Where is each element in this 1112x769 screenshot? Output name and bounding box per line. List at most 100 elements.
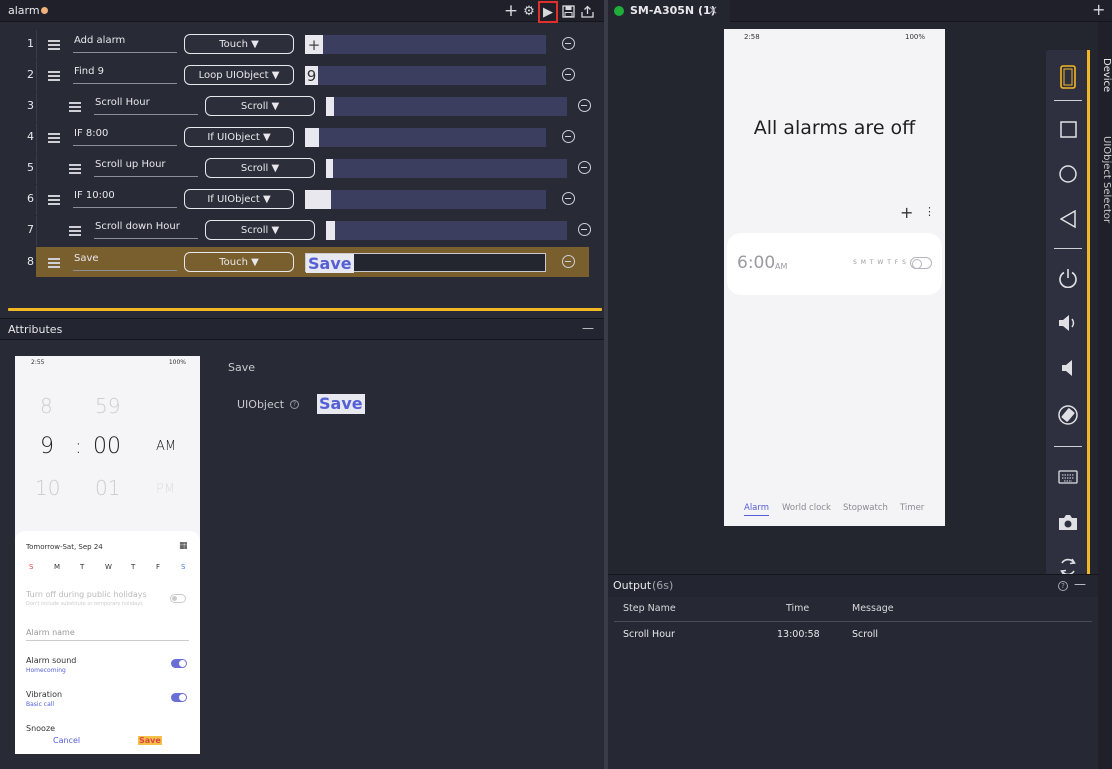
uiobject-target[interactable]: Save — [305, 253, 546, 273]
column-header-time[interactable]: Time — [786, 603, 809, 614]
nav-stopwatch[interactable]: Stopwatch — [843, 503, 888, 513]
alarm-toggle[interactable] — [910, 257, 932, 269]
portrait-icon[interactable] — [1046, 60, 1090, 94]
action-dropdown[interactable]: Scroll ▼ — [205, 220, 315, 240]
volume-up-icon[interactable] — [1046, 306, 1090, 340]
uiobject-label: UIObject — [237, 398, 285, 411]
column-header-step[interactable]: Step Name — [623, 603, 676, 614]
drag-handle-icon[interactable] — [48, 71, 60, 81]
remove-step-icon[interactable] — [562, 37, 575, 50]
step-row-selected[interactable]: 8 Save Touch ▼ Save — [0, 247, 600, 278]
step-row[interactable]: 4 IF 8:00 If UIObject ▼ — [0, 123, 600, 153]
help-icon[interactable]: ? — [1058, 581, 1068, 591]
drag-handle-icon[interactable] — [48, 40, 60, 50]
uiobject-target[interactable]: + — [305, 35, 546, 54]
remove-step-icon[interactable] — [562, 192, 575, 205]
nav-timer[interactable]: Timer — [900, 503, 924, 513]
editor-tab-title[interactable]: alarm — [8, 4, 40, 17]
save-icon[interactable] — [560, 3, 576, 19]
add-alarm-icon[interactable]: + — [900, 203, 913, 222]
step-name-field[interactable]: Scroll up Hour — [94, 159, 198, 177]
step-name-field[interactable]: IF 10:00 — [73, 190, 177, 208]
close-icon[interactable]: × — [708, 3, 718, 17]
square-icon[interactable] — [1046, 112, 1090, 146]
drag-handle-icon[interactable] — [48, 195, 60, 205]
more-vert-icon[interactable]: ⋮ — [924, 205, 935, 218]
camera-icon[interactable] — [1046, 505, 1090, 539]
target-thumbnail — [326, 221, 335, 240]
screenshot-status-bar: 2:55 100% — [15, 356, 200, 370]
step-number: 3 — [27, 99, 34, 112]
action-dropdown[interactable]: Loop UIObject ▼ — [184, 65, 294, 85]
gear-icon[interactable]: ⚙ — [521, 3, 537, 19]
uiobject-target[interactable] — [305, 128, 546, 147]
action-dropdown[interactable]: Touch ▼ — [184, 34, 294, 54]
alarm-time: 6:00 — [737, 253, 776, 273]
uiobject-target[interactable] — [326, 97, 567, 116]
step-name-field[interactable]: IF 8:00 — [73, 128, 177, 146]
step-row[interactable]: 2 Find 9 Loop UIObject ▼ 9 — [0, 61, 600, 91]
action-dropdown[interactable]: Touch ▼ — [184, 252, 294, 272]
action-dropdown[interactable]: Scroll ▼ — [205, 96, 315, 116]
column-header-message[interactable]: Message — [852, 603, 894, 614]
remove-step-icon[interactable] — [562, 255, 575, 268]
side-tab-device[interactable]: Device — [1098, 58, 1112, 92]
device-screen[interactable]: 2:58 100% All alarms are off + ⋮ 6:00 AM… — [724, 29, 945, 526]
step-number: 1 — [27, 37, 34, 50]
day-label: S — [181, 563, 186, 571]
uiobject-target[interactable] — [326, 221, 567, 240]
keyboard-icon[interactable] — [1046, 460, 1090, 494]
minimize-icon[interactable]: — — [1074, 577, 1086, 591]
drag-handle-icon[interactable] — [69, 102, 81, 112]
screenshot-save: Save — [138, 736, 162, 745]
remove-step-icon[interactable] — [578, 99, 591, 112]
uiobject-target[interactable] — [305, 190, 546, 209]
side-tab-uiobject-selector[interactable]: UIObject Selector — [1098, 136, 1112, 223]
volume-down-icon[interactable] — [1046, 351, 1090, 385]
uiobject-target[interactable] — [326, 159, 567, 178]
remove-step-icon[interactable] — [578, 223, 591, 236]
minimize-icon[interactable]: — — [582, 321, 594, 335]
device-controls — [1046, 50, 1090, 590]
snooze-label: Snooze — [26, 724, 56, 733]
step-row[interactable]: 1 Add alarm Touch ▼ + — [0, 30, 600, 60]
rotate-icon[interactable] — [1046, 398, 1090, 432]
nav-world-clock[interactable]: World clock — [782, 503, 831, 513]
plus-icon[interactable]: + — [503, 2, 519, 19]
back-triangle-icon[interactable] — [1046, 202, 1090, 236]
step-name-field[interactable]: Add alarm — [73, 35, 177, 53]
attribute-step-name: Save — [228, 361, 256, 374]
drag-handle-icon[interactable] — [69, 164, 81, 174]
home-circle-icon[interactable] — [1046, 157, 1090, 191]
remove-step-icon[interactable] — [562, 130, 575, 143]
step-row[interactable]: 5 Scroll up Hour Scroll ▼ — [0, 154, 600, 184]
uiobject-target[interactable]: 9 — [305, 66, 546, 85]
play-icon[interactable]: ▶ — [538, 1, 558, 23]
step-divider — [36, 92, 37, 122]
action-dropdown[interactable]: Scroll ▼ — [205, 158, 315, 178]
help-icon[interactable]: ? — [290, 400, 299, 409]
step-name-field[interactable]: Scroll Hour — [94, 97, 198, 115]
add-device-icon[interactable]: + — [1092, 0, 1105, 19]
uiobject-value[interactable]: Save — [317, 394, 365, 414]
power-icon[interactable] — [1046, 261, 1090, 295]
step-row[interactable]: 6 IF 10:00 If UIObject ▼ — [0, 185, 600, 215]
step-row[interactable]: 7 Scroll down Hour Scroll ▼ — [0, 216, 600, 246]
drag-handle-icon[interactable] — [69, 226, 81, 236]
action-dropdown[interactable]: If UIObject ▼ — [184, 127, 294, 147]
drag-handle-icon[interactable] — [48, 133, 60, 143]
remove-step-icon[interactable] — [562, 68, 575, 81]
step-name-field[interactable]: Find 9 — [73, 66, 177, 84]
step-number: 6 — [27, 192, 34, 205]
export-icon[interactable] — [579, 3, 595, 19]
step-name-field[interactable]: Save — [73, 253, 177, 271]
action-dropdown[interactable]: If UIObject ▼ — [184, 189, 294, 209]
remove-step-icon[interactable] — [578, 161, 591, 174]
nav-alarm[interactable]: Alarm — [744, 503, 770, 516]
alarm-card[interactable]: 6:00 AM S M T W T F S — [727, 233, 942, 295]
step-row[interactable]: 3 Scroll Hour Scroll ▼ — [0, 92, 600, 122]
step-name-field[interactable]: Scroll down Hour — [94, 221, 198, 239]
device-tabbar: SM-A305N (1) × + — [608, 0, 1112, 22]
device-tab[interactable]: SM-A305N (1) × — [608, 0, 730, 22]
drag-handle-icon[interactable] — [48, 258, 60, 268]
